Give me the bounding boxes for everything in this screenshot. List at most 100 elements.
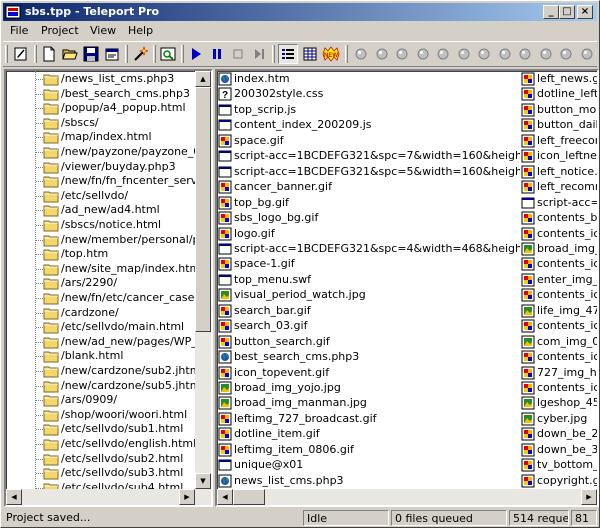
file-list-item[interactable]: com_img_0	[521, 334, 597, 350]
file-list-item[interactable]: best_search_cms.php3	[218, 349, 520, 365]
file-list-item[interactable]: contents_ic	[521, 226, 597, 242]
scroll-left-button[interactable]: ◀	[217, 489, 233, 505]
scroll-right-button[interactable]: ▶	[581, 489, 597, 505]
file-list-item[interactable]: script-acc=1BCDEFG321&spc=5&width=160&he…	[218, 164, 520, 180]
tree-item[interactable]: /map/index.html	[6, 129, 196, 145]
file-list-item[interactable]: unique@x01	[218, 457, 520, 473]
file-list-item[interactable]: search_03.gif	[218, 318, 520, 334]
tree-item[interactable]: /viewer/buyday.php3	[6, 159, 196, 175]
new-file-button[interactable]	[39, 44, 59, 64]
file-list-item[interactable]: contents_ic	[521, 380, 597, 396]
tree-item[interactable]: /etc/sellvdo/sub1.html	[6, 421, 196, 437]
file-list-item[interactable]: tv_bottom_a	[521, 457, 597, 473]
view-details-button[interactable]	[300, 44, 320, 64]
file-list-item[interactable]: sbs_logo_bg.gif	[218, 210, 520, 226]
file-list-item[interactable]: icon_leftnev	[521, 148, 597, 164]
file-list-item[interactable]: space-1.gif	[218, 256, 520, 272]
file-list-item[interactable]: visual_period_watch.jpg	[218, 287, 520, 303]
tree-horizontal-scrollbar[interactable]: ◀ ▶	[6, 489, 211, 505]
file-list-item[interactable]: dotline_left	[521, 86, 597, 102]
menu-help[interactable]: Help	[128, 24, 153, 37]
file-list-item[interactable]: button_mon	[521, 102, 597, 118]
find-button[interactable]	[158, 44, 178, 64]
close-button[interactable]: ×	[577, 5, 593, 19]
tree-item[interactable]: /ars/0909/	[6, 392, 196, 408]
tree-item[interactable]: /etc/sellvdo/main.html	[6, 319, 196, 335]
file-list-item[interactable]: search_bar.gif	[218, 303, 520, 319]
file-list-item[interactable]: index.htm	[218, 71, 520, 87]
file-list-item[interactable]: contents_ic	[521, 349, 597, 365]
file-list-item[interactable]: 727_img_htc	[521, 365, 597, 381]
file-list-item[interactable]: space.gif	[218, 133, 520, 149]
file-list-pane[interactable]: index.htm? 200302style.css top_scrip.js con…	[215, 69, 599, 507]
tree-item[interactable]: /new/member/personal/p	[6, 232, 200, 248]
new-project-button[interactable]	[11, 44, 31, 64]
file-list-item[interactable]: left_news.g	[521, 71, 597, 87]
tree-item[interactable]: /popup/a4_popup.html	[6, 100, 196, 116]
wizard-button[interactable]	[130, 44, 150, 64]
file-list-item[interactable]: script-acc=1BCDEFG321&spc=7&width=160&he…	[218, 148, 520, 164]
tree-item[interactable]: /new/site_map/index.htm	[6, 261, 200, 277]
file-list-item[interactable]: contents_bg	[521, 210, 597, 226]
file-list-item[interactable]: contents_ic	[521, 318, 597, 334]
tree-item[interactable]: /best_search_cms.php3	[6, 86, 196, 102]
tree-item[interactable]: /shop/woori/woori.html	[6, 407, 196, 423]
file-list-item[interactable]: lgeshop_45	[521, 395, 597, 411]
toolbar-grip[interactable]	[5, 45, 8, 63]
file-list-item[interactable]: left_recomn	[521, 179, 597, 195]
tree-item[interactable]: /new/cardzone/sub2.jhtm	[6, 363, 200, 379]
tree-item[interactable]: /cardzone/	[6, 305, 196, 321]
save-button[interactable]	[81, 44, 101, 64]
tree-vertical-scrollbar[interactable]: ▲ ▼	[195, 71, 211, 489]
files-horizontal-scrollbar[interactable]: ◀ ▶	[217, 489, 597, 505]
maximize-button[interactable]: □	[559, 5, 575, 19]
file-list-item[interactable]: button_search.gif	[218, 334, 520, 350]
pause-button[interactable]	[207, 44, 227, 64]
skip-button[interactable]	[249, 44, 269, 64]
file-list-item[interactable]: news_list_cms.php3	[218, 473, 520, 489]
file-list-item[interactable]: script-acc=	[521, 195, 597, 211]
file-list-item[interactable]: broad_img_yojo.jpg	[218, 380, 520, 396]
tree-item[interactable]: /new/fn/fn_fncenter_servic	[6, 173, 206, 189]
file-list-item[interactable]: life_img_475	[521, 303, 597, 319]
scroll-up-button[interactable]: ▲	[195, 71, 211, 87]
tree-item[interactable]: /new/cardzone/sub5.jhtm	[6, 378, 200, 394]
scroll-thumb[interactable]	[233, 489, 265, 505]
file-list-item[interactable]: leftimg_item_0806.gif	[218, 442, 520, 458]
file-list-item[interactable]: down_be_3	[521, 442, 597, 458]
file-list-item[interactable]: down_be_2	[521, 426, 597, 442]
folder-tree-pane[interactable]: /news_list_cms.php3/best_search_cms.php3…	[4, 69, 213, 507]
file-list-item[interactable]: leftimg_727_broadcast.gif	[218, 411, 520, 427]
file-list-item[interactable]: dotline_item.gif	[218, 426, 520, 442]
tree-item[interactable]: /top.htm	[6, 246, 196, 262]
file-list-item[interactable]: top_bg.gif	[218, 195, 520, 211]
file-list-item[interactable]: broad_img_manman.jpg	[218, 395, 520, 411]
file-list-item[interactable]: enter_img_g	[521, 272, 597, 288]
start-button[interactable]	[186, 44, 206, 64]
file-list-item[interactable]: top_scrip.js	[218, 102, 520, 118]
menu-project[interactable]: Project	[41, 24, 79, 37]
new-badge-button[interactable]: NEW	[321, 44, 341, 64]
file-list-item[interactable]: contents_ic	[521, 287, 597, 303]
properties-button[interactable]	[102, 44, 122, 64]
tree-item[interactable]: /sbscs/	[6, 115, 196, 131]
file-list-item[interactable]: left_freecon	[521, 133, 597, 149]
minimize-button[interactable]: _	[543, 5, 559, 19]
menu-file[interactable]: File	[10, 24, 28, 37]
scroll-right-button[interactable]: ▶	[179, 489, 195, 505]
file-list-item[interactable]: contents_ic	[521, 256, 597, 272]
tree-item[interactable]: /new/fn/etc/cancer_case	[6, 290, 196, 306]
scroll-thumb[interactable]	[195, 87, 211, 332]
open-button[interactable]	[60, 44, 80, 64]
tree-item[interactable]: /etc/sellvdo/english.html	[6, 436, 196, 452]
tree-item[interactable]: /new/ad_new/pages/WP_	[6, 334, 197, 350]
tree-item[interactable]: /etc/sellvdo/sub3.html	[6, 465, 196, 481]
tree-item[interactable]: /ars/2290/	[6, 275, 196, 291]
file-list-item[interactable]: left_notice.g	[521, 164, 597, 180]
file-list-item[interactable]: broad_img_	[521, 241, 597, 257]
file-list-item[interactable]: script-acc=1BCDEFG321&spc=4&width=468&he…	[218, 241, 520, 257]
file-list-item[interactable]: icon_topevent.gif	[218, 365, 520, 381]
file-list-item[interactable]: logo.gif	[218, 226, 520, 242]
tree-item[interactable]: /etc/sellvdo/sub2.html	[6, 451, 196, 467]
menu-view[interactable]: View	[90, 24, 116, 37]
